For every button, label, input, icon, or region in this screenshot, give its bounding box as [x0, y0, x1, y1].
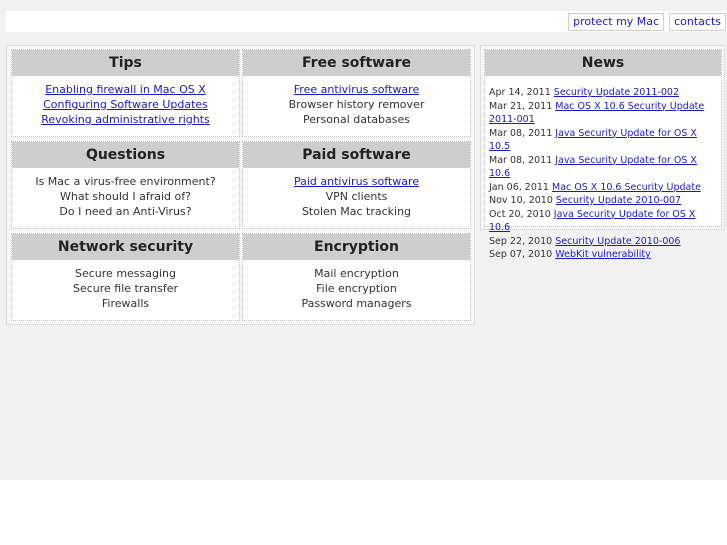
list-item: Secure messaging	[75, 267, 176, 280]
tips-title: Tips	[12, 50, 239, 76]
news-date: Mar 21, 2011	[489, 100, 553, 112]
tips-list: Enabling firewall in Mac OS X Configurin…	[12, 76, 239, 127]
news-title: News	[485, 50, 721, 76]
news-date: Sep 22, 2010	[489, 235, 553, 247]
top-bar: protect my Mac contacts	[6, 11, 727, 32]
list-item: Mail encryption	[314, 267, 399, 280]
list-item: Free antivirus software	[243, 82, 470, 97]
free-antivirus-link[interactable]: Free antivirus software	[294, 83, 419, 96]
list-item: Revoking administrative rights	[12, 112, 239, 127]
network-security-list: Secure messaging Secure file transfer Fi…	[12, 260, 239, 311]
paid-antivirus-link[interactable]: Paid antivirus software	[294, 175, 419, 188]
tips-box: Tips Enabling firewall in Mac OS X Confi…	[11, 49, 240, 137]
protect-my-mac-link[interactable]: protect my Mac	[568, 13, 665, 31]
news-link[interactable]: Security Update 2010-007	[556, 195, 681, 206]
news-date: Oct 20, 2010	[489, 208, 551, 220]
main-panel: Tips Enabling firewall in Mac OS X Confi…	[6, 45, 475, 325]
news-date: Mar 08, 2011	[489, 127, 553, 139]
free-software-title: Free software	[243, 50, 470, 76]
list-item: VPN clients	[325, 190, 388, 203]
paid-software-box: Paid software Paid antivirus software VP…	[242, 141, 471, 229]
news-date: Mar 08, 2011	[489, 154, 553, 166]
encryption-list: Mail encryption File encryption Password…	[243, 260, 470, 311]
news-date: Jan 06, 2011	[489, 181, 549, 193]
news-list: Apr 14, 2011 Security Update 2011-002 Ma…	[485, 76, 721, 262]
tip-link[interactable]: Enabling firewall in Mac OS X	[45, 83, 206, 96]
list-item: Enabling firewall in Mac OS X	[12, 82, 239, 97]
news-panel: News Apr 14, 2011 Security Update 2011-0…	[480, 45, 725, 260]
list-item: Browser history remover	[288, 98, 425, 111]
news-item: Nov 10, 2010 Security Update 2010-007	[489, 194, 717, 208]
list-item: Stolen Mac tracking	[301, 205, 412, 218]
news-item: Apr 14, 2011 Security Update 2011-002	[489, 86, 717, 100]
news-link[interactable]: Security Update 2011-002	[554, 87, 679, 98]
list-item: Do I need an Anti-Virus?	[59, 205, 192, 218]
list-item: Personal databases	[303, 113, 410, 126]
list-item: Password managers	[301, 297, 412, 310]
news-item: Mar 08, 2011 Java Security Update for OS…	[489, 154, 717, 181]
news-box: News Apr 14, 2011 Security Update 2011-0…	[484, 49, 722, 260]
tip-link[interactable]: Configuring Software Updates	[43, 98, 208, 111]
tip-link[interactable]: Revoking administrative rights	[41, 113, 210, 126]
list-item: File encryption	[316, 282, 397, 295]
news-link[interactable]: Mac OS X 10.6 Security Update	[552, 182, 701, 193]
list-item: Secure file transfer	[72, 282, 178, 295]
list-item: Paid antivirus software	[243, 174, 470, 189]
news-item: Mar 08, 2011 Java Security Update for OS…	[489, 127, 717, 154]
contacts-link[interactable]: contacts	[669, 13, 726, 31]
list-item: Firewalls	[101, 297, 150, 310]
list-item: Configuring Software Updates	[12, 97, 239, 112]
free-software-box: Free software Free antivirus software Br…	[242, 49, 471, 137]
free-software-list: Free antivirus software Browser history …	[243, 76, 470, 127]
news-date: Apr 14, 2011	[489, 87, 551, 98]
questions-list: Is Mac a virus-free environment? What sh…	[12, 168, 239, 219]
encryption-title: Encryption	[243, 234, 470, 260]
news-item: Oct 20, 2010 Java Security Update for OS…	[489, 208, 717, 235]
news-item: Sep 22, 2010 Security Update 2010-006	[489, 235, 717, 249]
paid-software-title: Paid software	[243, 142, 470, 168]
list-item: Is Mac a virus-free environment?	[35, 175, 216, 188]
news-item: Sep 07, 2010 WebKit vulnerability	[489, 248, 717, 262]
news-link[interactable]: Security Update 2010-006	[555, 236, 680, 247]
news-link[interactable]: WebKit vulnerability	[555, 249, 651, 260]
questions-title: Questions	[12, 142, 239, 168]
questions-box: Questions Is Mac a virus-free environmen…	[11, 141, 240, 229]
paid-software-list: Paid antivirus software VPN clients Stol…	[243, 168, 470, 219]
network-security-box: Network security Secure messaging Secure…	[11, 233, 240, 321]
top-nav: protect my Mac contacts	[568, 13, 726, 31]
news-date: Nov 10, 2010	[489, 195, 553, 206]
news-date: Sep 07, 2010	[489, 249, 553, 260]
news-item: Mar 21, 2011 Mac OS X 10.6 Security Upda…	[489, 100, 717, 127]
network-security-title: Network security	[12, 234, 239, 260]
encryption-box: Encryption Mail encryption File encrypti…	[242, 233, 471, 321]
news-item: Jan 06, 2011 Mac OS X 10.6 Security Upda…	[489, 181, 717, 195]
list-item: What should I afraid of?	[60, 190, 191, 203]
